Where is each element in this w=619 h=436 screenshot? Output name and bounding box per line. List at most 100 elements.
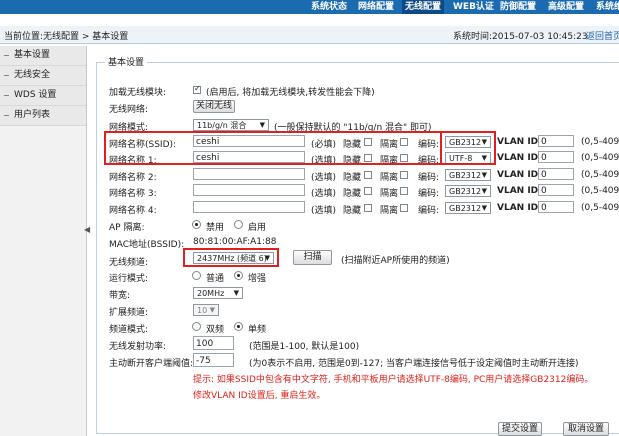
- breadcrumb: 当前位置:无线配置 > 基本设置: [4, 32, 129, 42]
- ssid-hide-checkbox[interactable]: [364, 204, 372, 212]
- dropdown-caret-icon: ▼: [233, 289, 239, 297]
- tx-power-label: 无线发射功率:: [109, 342, 167, 352]
- vlan-id-label: VLAN ID:: [497, 153, 542, 163]
- ssid-hide-checkbox[interactable]: [364, 187, 372, 195]
- dropdown-caret-icon: ▼: [209, 306, 215, 314]
- sidebar-item-basic[interactable]: − 基本设置: [0, 46, 86, 66]
- vlan-id-input[interactable]: 0: [538, 184, 574, 196]
- bandwidth-value: 20MHz: [197, 289, 225, 298]
- disable-wireless-button[interactable]: 关闭无线: [193, 100, 235, 113]
- kick-threshold-label: 主动断开客户端阈值:: [109, 359, 194, 369]
- ssid-hide-label: 隐藏: [343, 206, 362, 216]
- nav-wireless-config[interactable]: 无线配置: [402, 0, 445, 14]
- mac-label: MAC地址(BSSID):: [109, 240, 185, 250]
- ap-isolation-label: AP 隔离:: [109, 223, 145, 233]
- vlan-id-label: VLAN ID:: [497, 203, 542, 213]
- ssid-highlight-box: [104, 131, 442, 165]
- dropdown-caret-icon: ▼: [259, 121, 265, 129]
- nav-advanced-config[interactable]: 高级配置: [548, 0, 584, 14]
- ssid-required-note: (选填): [311, 173, 337, 183]
- channel-mode-single-label: 单频: [248, 325, 267, 335]
- nav-system-maint[interactable]: 系统维: [596, 0, 619, 14]
- collapse-arrow-icon[interactable]: ◀: [84, 225, 90, 234]
- net-mode-value: 11b/g/n 混合: [197, 121, 247, 130]
- ap-isolation-disable-label: 禁用: [206, 223, 225, 233]
- nav-system-status[interactable]: 系统状态: [311, 0, 347, 14]
- ext-channel-value: 10: [197, 306, 208, 315]
- encoding-highlight-box: [440, 131, 496, 165]
- vlan-id-input[interactable]: 0: [538, 135, 574, 147]
- ssid-label: 网络名称 4:: [109, 206, 157, 216]
- ap-isolation-disable-radio[interactable]: [192, 220, 201, 229]
- ssid-required-note: (选填): [311, 206, 337, 216]
- ssid-input[interactable]: [193, 184, 305, 196]
- vlan-id-input[interactable]: 0: [538, 168, 574, 180]
- ssid-label: 网络名称 3:: [109, 189, 157, 199]
- bandwidth-select[interactable]: 20MHz ▼: [193, 287, 243, 299]
- arrow-icon: −: [3, 51, 10, 60]
- kick-threshold-input[interactable]: -75: [193, 353, 234, 367]
- ssid-hide-label: 隐藏: [343, 173, 362, 183]
- nav-network-config[interactable]: 网络配置: [358, 0, 394, 14]
- sidebar-item-label: 无线安全: [14, 70, 51, 80]
- channel-select[interactable]: 2437MHz (频道 6) ▼: [193, 252, 274, 264]
- mac-value: 80:81:00:AF:A1:88: [193, 237, 277, 247]
- vlan-range-hint: (0,5-4095): [581, 137, 619, 147]
- tx-power-input[interactable]: 100: [193, 336, 234, 350]
- submit-button[interactable]: 提交设置: [498, 422, 542, 436]
- sidebar-item-users[interactable]: − 用户列表: [0, 106, 86, 126]
- scan-button[interactable]: 扫描: [293, 250, 332, 265]
- vlan-id-label: VLAN ID:: [497, 170, 542, 180]
- ext-channel-label: 扩展频道:: [109, 308, 149, 318]
- sidebar-item-label: WDS 设置: [14, 90, 57, 100]
- ssid-isolate-checkbox[interactable]: [400, 187, 408, 195]
- ssid-isolate-checkbox[interactable]: [400, 171, 408, 179]
- cancel-button[interactable]: 取消设置: [563, 422, 609, 436]
- ssid-encoding-select[interactable]: GB2312 ▼: [445, 169, 491, 181]
- ssid-encoding-value: GB2312: [449, 187, 482, 196]
- ssid-encoding-label: 编码:: [418, 189, 440, 199]
- enable-wireless-checkbox[interactable]: [193, 84, 201, 94]
- ssid-encoding-select[interactable]: GB2312 ▼: [445, 185, 491, 197]
- ssid-isolate-checkbox[interactable]: [400, 204, 408, 212]
- bandwidth-label: 带宽:: [109, 291, 131, 301]
- channel-hint: (扫描附近AP所使用的频道): [341, 256, 450, 266]
- arrow-icon: −: [3, 111, 10, 120]
- arrow-icon: −: [3, 71, 10, 80]
- ssid-isolate-label: 隔离: [380, 173, 399, 183]
- ssid-encoding-select[interactable]: GB2312 ▼: [445, 202, 491, 214]
- nav-web-auth[interactable]: WEB认证: [453, 0, 494, 14]
- channel-mode-label: 频道模式:: [109, 325, 149, 335]
- channel-label: 无线频道:: [109, 258, 149, 268]
- ssid-hide-label: 隐藏: [343, 189, 362, 199]
- ssid-encoding-value: GB2312: [449, 204, 482, 213]
- panel-legend: 基本设置: [105, 55, 148, 68]
- sidebar-item-wds[interactable]: − WDS 设置: [0, 86, 86, 106]
- enable-wireless-label: 加载无线模块:: [109, 88, 167, 98]
- ssid-hide-checkbox[interactable]: [364, 171, 372, 179]
- vlan-id-input[interactable]: 0: [538, 151, 574, 163]
- net-mode-select[interactable]: 11b/g/n 混合 ▼: [193, 119, 269, 131]
- dropdown-caret-icon: ▼: [481, 187, 487, 195]
- vlan-id-input[interactable]: 0: [538, 201, 574, 213]
- home-link[interactable]: 返回首页: [586, 29, 619, 42]
- vlan-range-hint: (0,5-4095): [581, 203, 619, 213]
- run-mode-enhanced-radio[interactable]: [234, 271, 243, 280]
- nav-defense-config[interactable]: 防御配置: [500, 0, 536, 14]
- channel-value: 2437MHz (频道 6): [197, 254, 267, 263]
- channel-mode-dual-radio[interactable]: [192, 322, 201, 331]
- channel-mode-single-radio[interactable]: [234, 322, 243, 331]
- ext-channel-select[interactable]: 10 ▼: [193, 304, 219, 316]
- sidebar-item-label: 用户列表: [14, 110, 51, 120]
- kick-threshold-hint: (为0表示不启用, 范围是0到-127; 当客户端连接信号低于设定阈值时主动断开…: [249, 359, 579, 369]
- ap-isolation-enable-radio[interactable]: [234, 220, 243, 229]
- arrow-icon: −: [3, 91, 10, 100]
- vlan-range-hint: (0,5-4095): [581, 153, 619, 163]
- tx-power-hint: (范围是1-100, 默认是100): [249, 342, 360, 352]
- ssid-input[interactable]: [193, 201, 305, 213]
- run-mode-normal-radio[interactable]: [192, 271, 201, 280]
- ssid-input[interactable]: [193, 168, 305, 180]
- ssid-label: 网络名称 2:: [109, 173, 157, 183]
- encoding-tip: 提示: 如果SSID中包含有中文字符, 手机和平板用户请选择UTF-8编码, P…: [193, 375, 594, 385]
- sidebar-item-security[interactable]: − 无线安全: [0, 66, 86, 86]
